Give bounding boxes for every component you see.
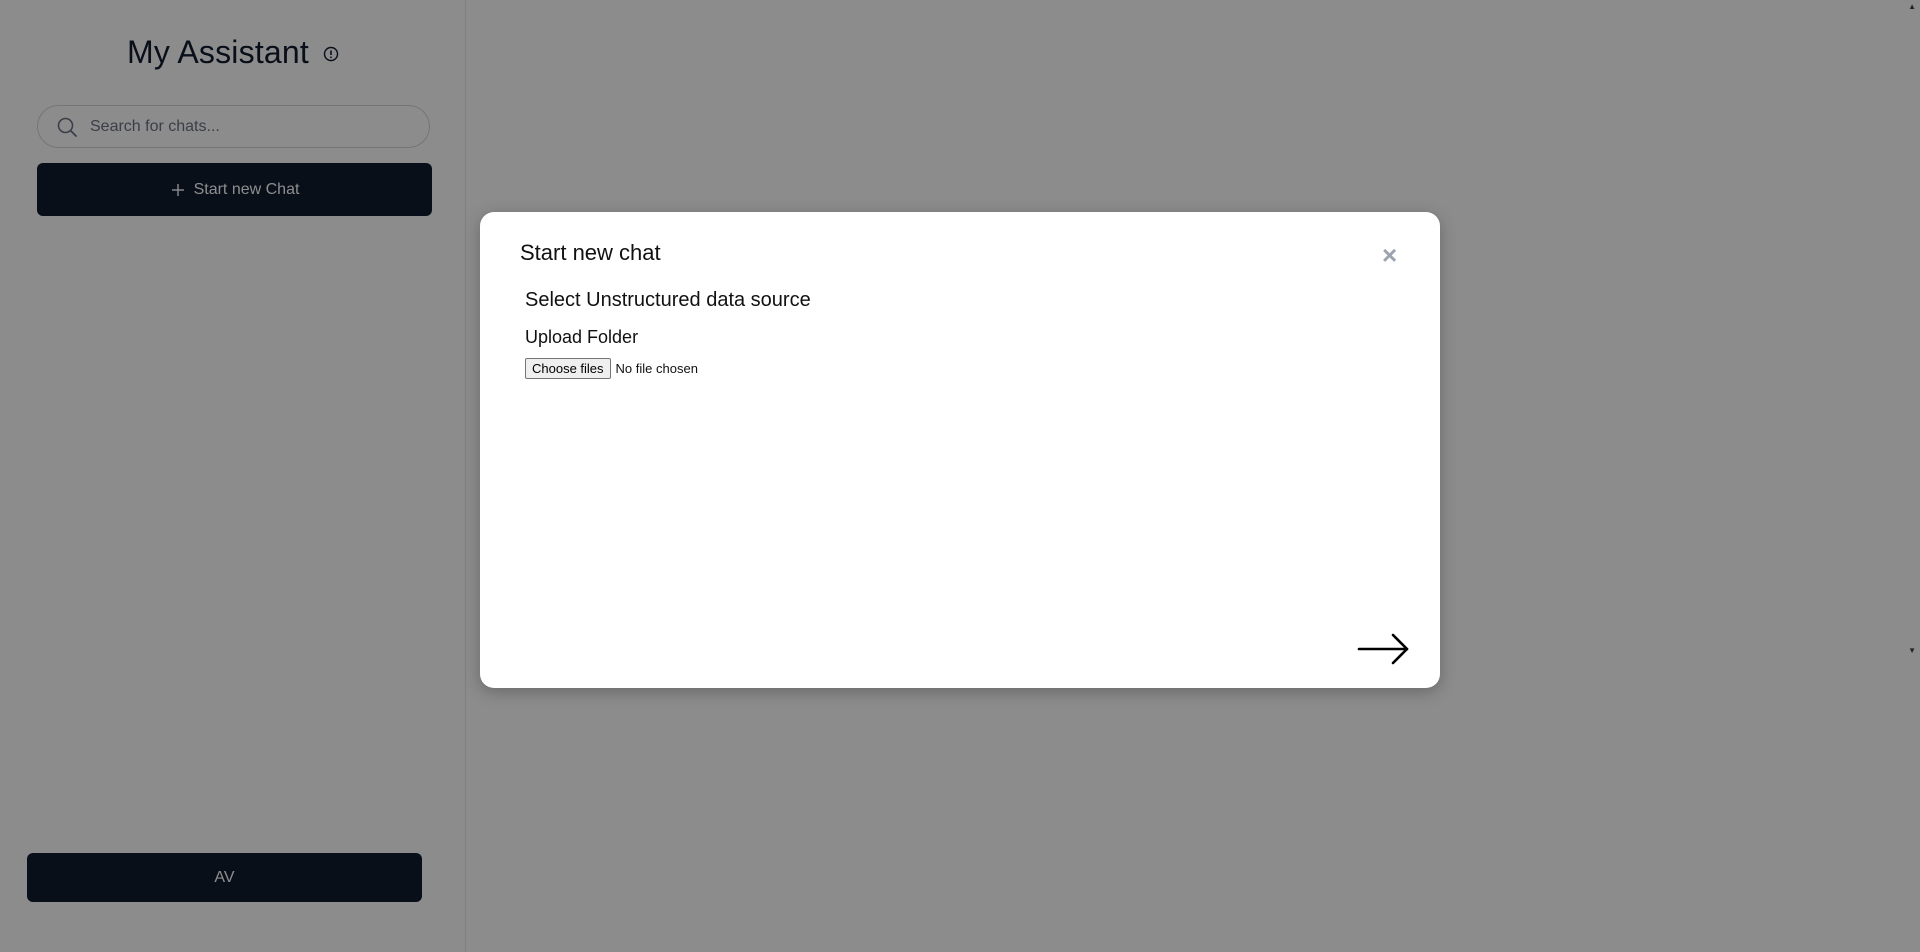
dialog-title: Start new chat (520, 240, 661, 265)
file-picker: Choose files No file chosen (525, 358, 698, 379)
new-chat-dialog: Start new chat × Select Unstructured dat… (480, 212, 1440, 688)
upload-folder-label: Upload Folder (525, 327, 639, 347)
file-status-text: No file chosen (615, 361, 698, 376)
choose-files-button[interactable]: Choose files (525, 358, 611, 379)
app-root: My Assistant Search for chats... Start n… (0, 0, 1920, 952)
data-source-heading: Select Unstructured data source (525, 289, 811, 311)
close-icon[interactable]: × (1382, 242, 1397, 268)
arrow-right-icon[interactable] (1357, 632, 1411, 666)
